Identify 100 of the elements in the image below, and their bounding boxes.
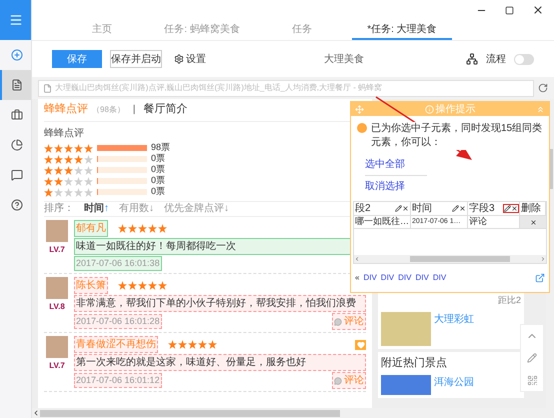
review-time: 2017-07-06 16:01:28 bbox=[74, 314, 162, 330]
section-title: 附近热门景点 bbox=[381, 356, 448, 370]
ratings-title: 蜂蜂点评 bbox=[44, 126, 84, 140]
action-link[interactable]: 选中全部 bbox=[365, 154, 427, 176]
tab[interactable]: 任务: 蚂蜂窝美食 bbox=[152, 20, 252, 40]
menu-button[interactable] bbox=[0, 0, 31, 40]
edit-icon[interactable] bbox=[395, 205, 402, 212]
star-icon bbox=[84, 144, 93, 152]
star-icon bbox=[84, 188, 93, 196]
save-start-button[interactable]: 保存并启动 bbox=[110, 50, 162, 68]
flow-icon bbox=[466, 53, 478, 65]
sort-option[interactable]: 时间↑ bbox=[84, 201, 109, 216]
vote-count: 0票 bbox=[151, 185, 166, 198]
comment-link[interactable]: 评论 bbox=[332, 372, 366, 389]
comment-link[interactable]: 评论 bbox=[332, 313, 366, 330]
star-icon bbox=[74, 176, 83, 186]
qr-code-icon bbox=[526, 374, 538, 386]
user-level: LV.8 bbox=[49, 301, 65, 313]
star-icon bbox=[118, 281, 127, 290]
tab[interactable]: *任务: 大理美食 bbox=[352, 20, 452, 40]
intro-tab[interactable]: 餐厅简介 bbox=[144, 101, 188, 118]
popup-message: 已为你选中子元素，同时发现15组同类元素，你可以： bbox=[371, 122, 543, 150]
star-icon bbox=[158, 224, 167, 232]
star-icon bbox=[128, 281, 137, 290]
breadcrumb-item[interactable]: DIV bbox=[432, 272, 446, 284]
photo-placeholder bbox=[381, 312, 431, 346]
maximize-icon[interactable] bbox=[505, 6, 514, 14]
chat-icon bbox=[10, 169, 22, 181]
sidebar-item[interactable] bbox=[0, 70, 31, 100]
briefcase-icon bbox=[10, 109, 22, 121]
settings-button[interactable]: 设置 bbox=[174, 52, 206, 66]
user-name[interactable]: 陈长箫 bbox=[74, 277, 108, 294]
edit-icon[interactable] bbox=[504, 205, 511, 212]
address-field[interactable]: 大理巍山巴肉饵丝(宾川路)点评,巍山巴肉饵丝(宾川路)地址_电话_人均消费,大理餐厅 - 蚂蜂窝 bbox=[38, 80, 534, 96]
photo-placeholder bbox=[381, 375, 431, 395]
star-icon bbox=[54, 154, 63, 164]
flow-toggle[interactable] bbox=[514, 54, 534, 64]
star-icon bbox=[44, 166, 53, 174]
sort-option[interactable]: 优先金牌点评↓ bbox=[164, 201, 229, 216]
vote-count: 98票 bbox=[151, 141, 170, 154]
star-icon bbox=[44, 176, 53, 186]
star-icon bbox=[74, 154, 83, 164]
breadcrumb-item[interactable]: DIV bbox=[415, 272, 429, 284]
star-icon bbox=[64, 154, 73, 164]
avatar-photo bbox=[46, 220, 68, 242]
star-icon bbox=[44, 154, 53, 164]
star-icon bbox=[54, 176, 63, 186]
user-name[interactable]: 青春做涩不再想伤 bbox=[74, 336, 158, 353]
save-button[interactable]: 保存 bbox=[52, 50, 102, 68]
user-name[interactable]: 郁有凡 bbox=[74, 220, 108, 236]
breadcrumb-item[interactable]: DIV bbox=[398, 272, 412, 284]
review-time: 2017-07-06 16:01:12 bbox=[74, 372, 162, 388]
scroll-left-icon[interactable] bbox=[32, 409, 40, 417]
sort-label: 排序： bbox=[44, 202, 74, 216]
user-level: LV.7 bbox=[49, 244, 65, 256]
edit-icon[interactable] bbox=[452, 205, 459, 212]
star-icon bbox=[168, 340, 177, 349]
table-scrollbar[interactable] bbox=[354, 255, 546, 263]
close-icon[interactable] bbox=[402, 205, 409, 212]
tab-separator: | bbox=[132, 103, 136, 117]
popup-title: 操作提示 bbox=[436, 102, 476, 116]
park-link[interactable]: 洱海公园 bbox=[434, 375, 474, 395]
pencil-icon bbox=[527, 353, 537, 363]
open-icon[interactable] bbox=[535, 273, 545, 283]
close-icon[interactable] bbox=[532, 4, 544, 16]
scroll-right-icon[interactable] bbox=[540, 256, 546, 262]
review-count: （98条） bbox=[92, 104, 125, 116]
star-icon bbox=[54, 188, 63, 196]
sort-option[interactable]: 有用数↓ bbox=[119, 201, 154, 216]
star-icon bbox=[54, 144, 63, 152]
review-text: 第一次来吃的就是这家，味道好、份量足，服务也好 bbox=[74, 354, 366, 371]
star-icon bbox=[74, 188, 83, 196]
close-icon[interactable] bbox=[511, 205, 518, 212]
breadcrumb-item[interactable]: DIV bbox=[363, 272, 377, 284]
hotel-link[interactable]: 大理彩虹 bbox=[434, 312, 474, 346]
refresh-icon[interactable] bbox=[538, 83, 548, 93]
chart-icon bbox=[10, 139, 22, 151]
breadcrumb-item[interactable]: DIV bbox=[380, 272, 394, 284]
star-icon bbox=[118, 224, 127, 232]
star-icon bbox=[44, 144, 53, 152]
vote-count: 0票 bbox=[151, 163, 166, 176]
star-icon bbox=[188, 340, 197, 349]
star-icon bbox=[84, 154, 93, 164]
reviews-tab[interactable]: 蜂蜂点评 bbox=[44, 101, 88, 118]
close-icon[interactable] bbox=[459, 205, 466, 212]
flow-label: 流程 bbox=[486, 52, 506, 66]
file-icon bbox=[10, 79, 22, 91]
star-icon bbox=[64, 176, 73, 186]
comment-icon bbox=[334, 318, 342, 326]
help-icon bbox=[10, 199, 22, 211]
settings-icon bbox=[174, 54, 184, 64]
star-icon bbox=[198, 340, 207, 349]
star-icon bbox=[74, 166, 83, 174]
action-link[interactable]: 取消选择 bbox=[365, 176, 427, 197]
column-header: 字段3 bbox=[468, 202, 520, 215]
tab[interactable]: 主页 bbox=[52, 20, 152, 40]
close-icon bbox=[530, 218, 536, 226]
breadcrumb-start[interactable]: « bbox=[355, 272, 360, 284]
vote-count: 0票 bbox=[151, 174, 166, 187]
tab[interactable]: 任务 bbox=[252, 20, 352, 40]
